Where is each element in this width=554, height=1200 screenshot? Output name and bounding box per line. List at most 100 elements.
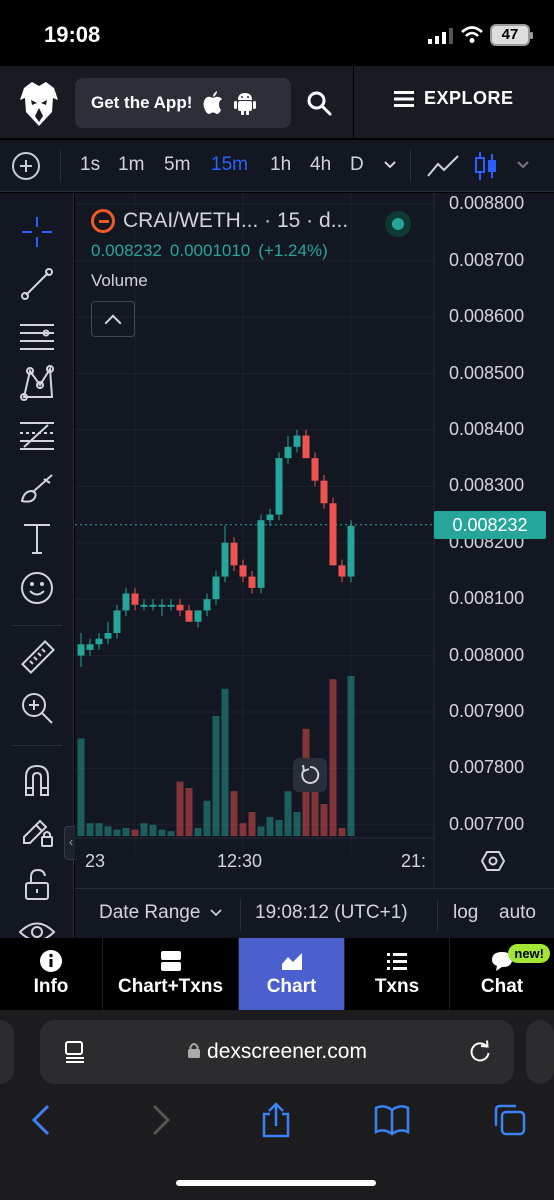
candle-body (284, 446, 292, 459)
volume-bar (230, 791, 238, 836)
volume-bar (149, 824, 157, 836)
candle-body (293, 435, 301, 447)
candle-body (221, 542, 229, 577)
header-divider (353, 66, 354, 138)
reset-rotate-icon (301, 764, 320, 784)
volume-bar (86, 823, 94, 836)
candle-body (86, 644, 94, 650)
price-tick: 0.008400 (449, 418, 525, 439)
price-chart[interactable]: CRAI/WETH... · 15 · d... 0.008232 0.0001… (75, 193, 554, 938)
apple-icon (203, 91, 223, 114)
candle-body (158, 604, 166, 607)
get-app-label: Get the App! (91, 93, 193, 112)
horizontal-lines-icon[interactable] (18, 317, 56, 355)
ruler-measure-icon[interactable] (18, 639, 56, 677)
tab-txns[interactable]: Txns (345, 938, 450, 1010)
candles-chart-type-icon[interactable] (474, 150, 498, 182)
search-icon[interactable] (306, 90, 332, 116)
volume-bar (122, 828, 130, 836)
price-tick: 0.008500 (449, 362, 525, 383)
chart-type-chevron-down-icon[interactable] (516, 160, 530, 170)
get-app-button[interactable]: Get the App! (75, 78, 291, 128)
time-readout[interactable]: 19:08:12 (UTC+1) (255, 902, 408, 924)
candle-body (167, 604, 175, 607)
magnet-icon[interactable] (18, 761, 56, 799)
tab-label: Chat (480, 976, 524, 997)
volume-bar (266, 816, 274, 836)
price-tick: 0.008300 (449, 475, 525, 496)
reload-icon[interactable] (468, 1040, 492, 1064)
price-tick: 0.008100 (449, 588, 525, 609)
chart-icon (281, 953, 302, 970)
emoji-sticker-icon[interactable] (18, 569, 56, 607)
intervals-chevron-down-icon[interactable] (383, 160, 397, 170)
legend-change-pct: (+1.24%) (258, 241, 328, 260)
last-price-tag: 0.008232 (434, 510, 546, 539)
auto-scale-toggle[interactable]: auto (499, 902, 536, 924)
chart-legend: CRAI/WETH... · 15 · d... 0.008232 0.0001… (91, 209, 411, 337)
list-icon (387, 953, 407, 970)
chart-footer-bar: Date Range 19:08:12 (UTC+1) log auto (75, 888, 554, 938)
bookmarks-book-icon[interactable] (374, 1102, 410, 1138)
forward-chevron-right-icon[interactable] (142, 1102, 178, 1138)
candle-body (122, 593, 130, 611)
android-icon (234, 93, 257, 115)
fib-retracement-icon[interactable] (18, 417, 56, 455)
tools-divider (12, 745, 62, 746)
chevron-down-icon (210, 909, 222, 917)
interval-1d[interactable]: D (350, 154, 364, 176)
next-tab-peek[interactable] (526, 1020, 554, 1084)
crosshair-icon[interactable] (18, 213, 56, 251)
interval-4h[interactable]: 4h (310, 154, 331, 176)
brush-icon[interactable] (18, 469, 56, 507)
reset-chart-button[interactable] (293, 758, 327, 792)
time-tick: 21: (401, 851, 427, 871)
explore-label: EXPLORE (424, 88, 514, 108)
trend-line-icon[interactable] (18, 265, 56, 303)
tab-info[interactable]: Info (0, 938, 103, 1010)
volume-bar (131, 829, 139, 836)
tab-chart-txns[interactable]: Chart+Txns (103, 938, 239, 1010)
volume-bar (158, 829, 166, 836)
volume-bar (203, 800, 211, 836)
tab-label: Chart+Txns (117, 976, 224, 997)
candle-body (149, 604, 157, 607)
volume-indicator-label[interactable]: Volume (91, 271, 348, 291)
tabs-overview-icon[interactable] (492, 1102, 528, 1138)
previous-tab-peek[interactable] (0, 1020, 14, 1084)
time-tick: 12:30 (217, 851, 263, 871)
eye-visibility-icon[interactable] (18, 913, 56, 938)
log-scale-toggle[interactable]: log (453, 902, 478, 924)
tab-chart[interactable]: Chart (239, 938, 345, 1010)
line-chart-icon[interactable] (426, 152, 460, 180)
interval-1h[interactable]: 1h (270, 154, 291, 176)
tab-chat[interactable]: Chat new! (450, 938, 554, 1010)
legend-change: 0.0001010 (169, 241, 251, 260)
unlock-icon[interactable] (18, 865, 56, 903)
explore-menu-button[interactable]: EXPLORE (394, 88, 514, 109)
symbol-row[interactable]: CRAI/WETH... · 15 · d... (91, 209, 348, 233)
share-icon[interactable] (258, 1102, 294, 1138)
chart-toolbar: 1s 1m 5m 15m 1h 4h D (0, 140, 554, 192)
text-tool-icon[interactable] (18, 519, 56, 557)
address-bar[interactable]: dexscreener.com (40, 1020, 514, 1084)
interval-5m[interactable]: 5m (164, 154, 190, 176)
collapse-legend-chevron-up-icon[interactable] (91, 301, 135, 337)
interval-15m[interactable]: 15m (211, 154, 248, 176)
back-chevron-left-icon[interactable] (24, 1102, 60, 1138)
lock-drawings-icon[interactable] (18, 811, 56, 849)
candle-body (203, 599, 211, 611)
add-symbol-plus-icon[interactable] (12, 152, 40, 180)
footer-divider (240, 899, 241, 931)
volume-bar (185, 788, 193, 836)
chart-settings-hexagon-icon[interactable] (481, 849, 505, 873)
interval-1s[interactable]: 1s (80, 154, 100, 176)
dexscreener-logo-icon[interactable] (20, 82, 58, 126)
interval-1m[interactable]: 1m (118, 154, 144, 176)
pattern-tool-icon[interactable] (18, 365, 56, 403)
date-range-dropdown[interactable]: Date Range (99, 902, 222, 924)
volume-bar (320, 804, 328, 836)
candle-body (212, 576, 220, 600)
zoom-in-icon[interactable] (18, 689, 56, 727)
market-status-dot-icon[interactable] (385, 211, 411, 237)
